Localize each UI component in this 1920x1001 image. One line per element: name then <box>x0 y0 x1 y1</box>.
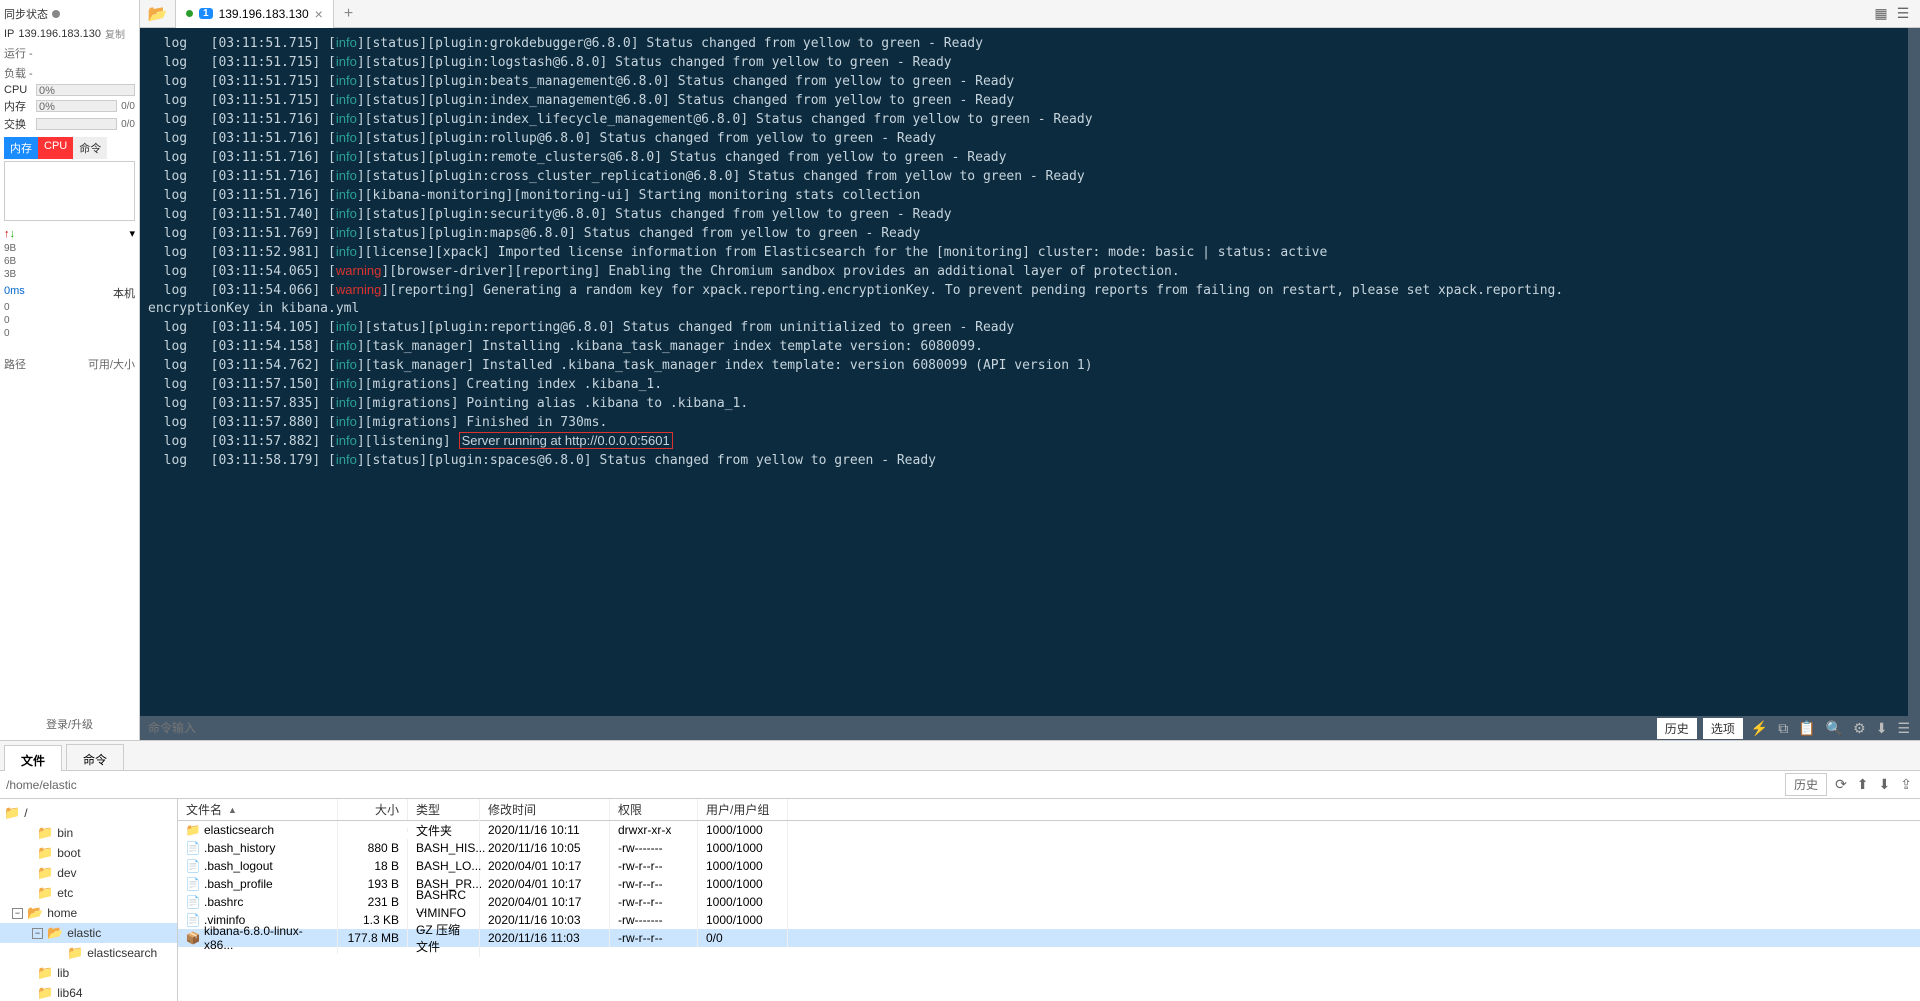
cpu-row: CPU 0% <box>4 83 135 97</box>
history-button[interactable]: 历史 <box>1657 718 1697 739</box>
sync-status: 同步状态 <box>4 4 135 24</box>
tab-cpu[interactable]: CPU <box>38 137 73 159</box>
command-input[interactable] <box>148 721 1651 735</box>
tab-files[interactable]: 文件 <box>4 745 62 771</box>
tab-commands[interactable]: 命令 <box>66 744 124 770</box>
tree-item-home[interactable]: −📂home <box>0 903 177 923</box>
lightning-icon[interactable]: ⚡ <box>1749 720 1770 737</box>
download-icon[interactable]: ⬇ <box>1874 720 1890 737</box>
tab-memory[interactable]: 内存 <box>4 137 38 159</box>
file-row[interactable]: 📁elasticsearch 文件夹 2020/11/16 10:11 drwx… <box>178 821 1920 839</box>
load-row: 负载 - <box>4 63 135 83</box>
tree-item-elastic[interactable]: −📂elastic <box>0 923 177 943</box>
folder-icon: 📁 <box>186 823 200 837</box>
command-bar: 历史 选项 ⚡ ⧉ 📋 🔍 ⚙ ⬇ ☰ <box>140 716 1920 740</box>
tree-item-bin[interactable]: 📁bin <box>0 823 177 843</box>
status-dot-icon <box>52 10 60 18</box>
path-history-button[interactable]: 历史 <box>1785 773 1827 796</box>
swap-row: 交换 0/0 <box>4 115 135 133</box>
copy-button[interactable]: 复制 <box>105 26 125 41</box>
file-row[interactable]: 📄.bash_history 880 B BASH_HIS... 2020/11… <box>178 839 1920 857</box>
paste-icon[interactable]: 📋 <box>1796 720 1817 737</box>
status-dot-icon <box>186 10 193 17</box>
tab-number-badge: 1 <box>199 8 213 19</box>
sort-asc-icon: ▲ <box>228 805 237 815</box>
col-perm[interactable]: 权限 <box>610 799 698 820</box>
download-icon[interactable]: ⬇ <box>1877 776 1893 793</box>
tree-item-lib64[interactable]: 📁lib64 <box>0 983 177 1001</box>
file-icon: 📄 <box>186 841 200 855</box>
zero-values: 0 0 0 <box>4 301 135 340</box>
col-mtime[interactable]: 修改时间 <box>480 799 610 820</box>
file-list: 文件名▲ 大小 类型 修改时间 权限 用户/用户组 📁elasticsearch… <box>178 799 1920 1001</box>
tree-item-elasticsearch[interactable]: 📁elasticsearch <box>0 943 177 963</box>
folder-open-icon[interactable]: 📂 <box>140 0 176 28</box>
close-icon[interactable]: × <box>315 6 323 22</box>
grid-view-icon[interactable]: ▦ <box>1872 5 1890 23</box>
disk-header: 路径 可用/大小 <box>4 356 135 372</box>
col-type[interactable]: 类型 <box>408 799 480 820</box>
tab-title: 139.196.183.130 <box>219 7 309 21</box>
ip-row: IP 139.196.183.130 复制 <box>4 24 135 43</box>
tree-item-dev[interactable]: 📁dev <box>0 863 177 883</box>
metric-tabs: 内存 CPU 命令 <box>4 137 135 159</box>
file-icon: 📄 <box>186 877 200 891</box>
net-row: ↑ ↓ ▾ <box>4 225 135 242</box>
caret-down-icon[interactable]: ▾ <box>129 227 135 240</box>
file-row[interactable]: 📄.bash_logout 18 B BASH_LO... 2020/04/01… <box>178 857 1920 875</box>
file-icon: 📄 <box>186 859 200 873</box>
file-list-header: 文件名▲ 大小 类型 修改时间 权限 用户/用户组 <box>178 799 1920 821</box>
metric-chart <box>4 161 135 221</box>
path-row: /home/elastic 历史 ⟳ ⬆ ⬇ ⇪ <box>0 771 1920 799</box>
terminal-output[interactable]: log [03:11:51.715] [info][status][plugin… <box>140 28 1920 716</box>
add-tab-button[interactable]: + <box>334 5 363 23</box>
file-row[interactable]: 📦kibana-6.8.0-linux-x86... 177.8 MB GZ 压… <box>178 929 1920 947</box>
mem-row: 内存 0% 0/0 <box>4 97 135 115</box>
col-size[interactable]: 大小 <box>338 799 408 820</box>
path-text[interactable]: /home/elastic <box>6 778 1779 792</box>
archive-icon: 📦 <box>186 931 200 945</box>
sidebar: 同步状态 IP 139.196.183.130 复制 运行 - 负载 - CPU… <box>0 0 140 740</box>
tree-root[interactable]: 📁/ <box>0 803 177 823</box>
tree-item-etc[interactable]: 📁etc <box>0 883 177 903</box>
share-icon[interactable]: ⇪ <box>1898 776 1914 793</box>
file-icon: 📄 <box>186 895 200 909</box>
bottom-tabs: 文件 命令 <box>0 741 1920 771</box>
net-values: 9B 6B 3B <box>4 242 135 281</box>
upload-icon[interactable]: ⬆ <box>1855 776 1871 793</box>
gear-icon[interactable]: ⚙ <box>1851 720 1868 737</box>
download-icon: ↓ <box>10 228 16 240</box>
tree-item-lib[interactable]: 📁lib <box>0 963 177 983</box>
tree-item-boot[interactable]: 📁boot <box>0 843 177 863</box>
latency-row: 0ms 本机 <box>4 285 135 301</box>
scrollbar[interactable] <box>1908 28 1920 716</box>
col-name[interactable]: 文件名▲ <box>178 799 338 820</box>
list-view-icon[interactable]: ☰ <box>1894 5 1912 23</box>
menu-icon[interactable]: ☰ <box>1895 720 1912 737</box>
refresh-icon[interactable]: ⟳ <box>1833 776 1849 793</box>
tab-command[interactable]: 命令 <box>73 137 107 159</box>
options-button[interactable]: 选项 <box>1703 718 1743 739</box>
file-tree[interactable]: 📁/📁bin📁boot📁dev📁etc−📂home−📂elastic📁elast… <box>0 799 178 1001</box>
login-link[interactable]: 登录/升级 <box>4 712 135 736</box>
col-owner[interactable]: 用户/用户组 <box>698 799 788 820</box>
session-tab[interactable]: 1 139.196.183.130 × <box>176 0 334 28</box>
tab-bar: 📂 1 139.196.183.130 × + ▦ ☰ <box>140 0 1920 28</box>
search-icon[interactable]: 🔍 <box>1824 720 1845 737</box>
run-row: 运行 - <box>4 43 135 63</box>
copy-icon[interactable]: ⧉ <box>1776 720 1790 737</box>
